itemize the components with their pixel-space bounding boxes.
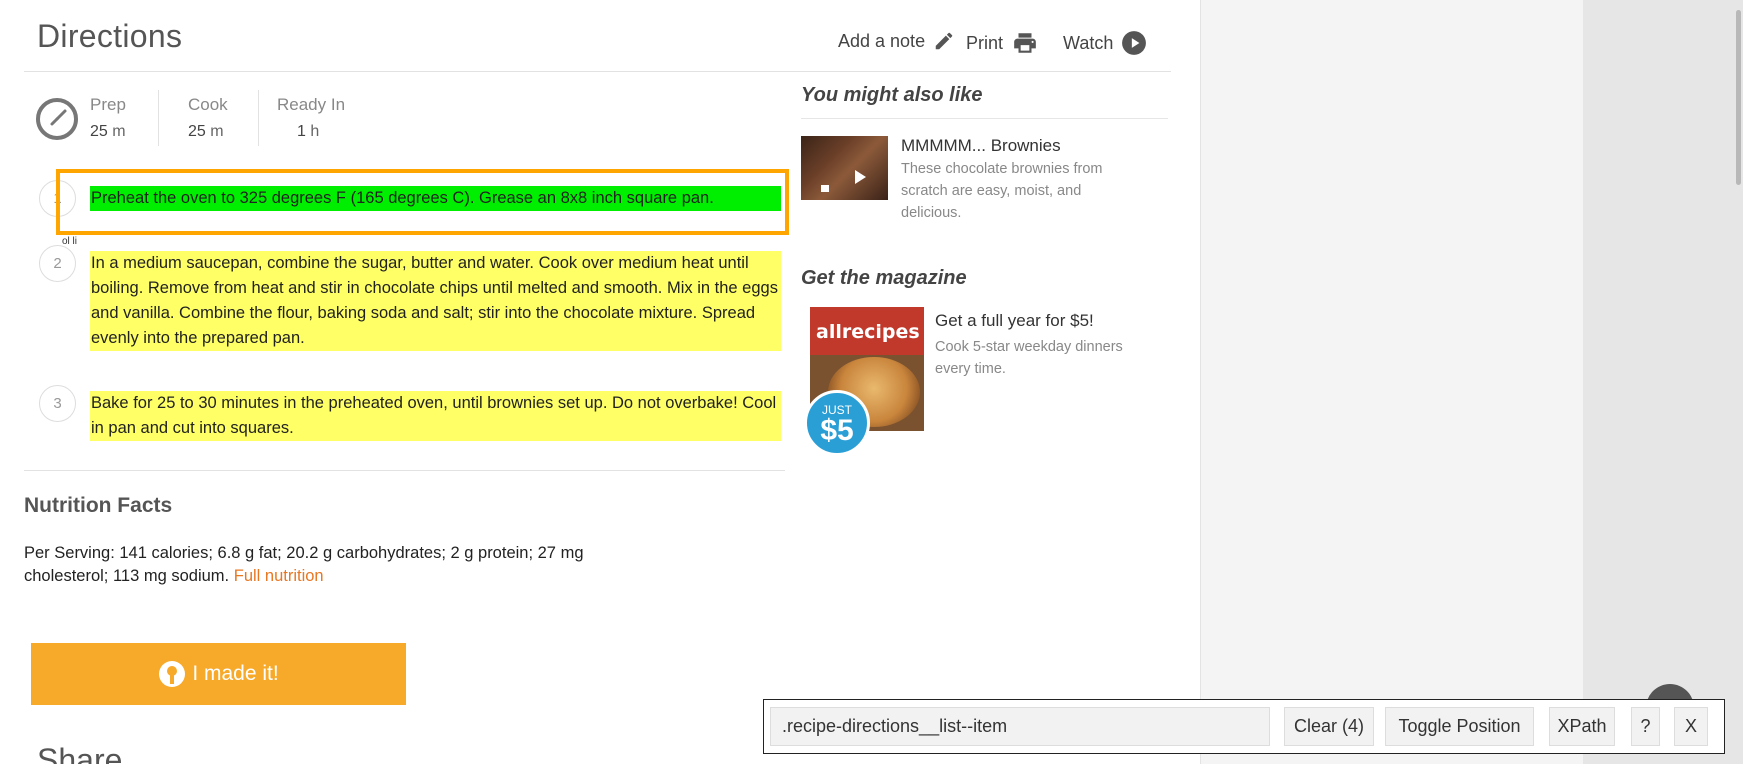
directions-title: Directions xyxy=(37,18,183,54)
print-label: Print xyxy=(966,32,1004,53)
nutrition-summary: Per Serving: 141 calories; 6.8 g fat; 20… xyxy=(24,542,614,588)
watch-button[interactable]: Watch xyxy=(1063,30,1147,56)
ready-time: Ready In 1 h xyxy=(277,95,345,141)
time-separator xyxy=(258,90,259,146)
nutrition-title: Nutrition Facts xyxy=(24,494,173,517)
play-icon xyxy=(855,170,866,184)
add-note-button[interactable]: Add a note xyxy=(838,30,955,52)
price-badge-price: $5 xyxy=(820,414,854,447)
cook-time: Cook 25 m xyxy=(188,95,228,141)
scrollbar-thumb[interactable] xyxy=(1736,10,1741,185)
step-text[interactable]: In a medium saucepan, combine the sugar,… xyxy=(90,251,781,351)
step-number: 3 xyxy=(39,385,76,422)
recommendation-thumbnail[interactable] xyxy=(801,136,888,200)
header-divider xyxy=(24,71,1171,72)
steps-divider xyxy=(24,470,785,471)
clear-button[interactable]: Clear (4) xyxy=(1284,707,1374,746)
cook-value: 25 m xyxy=(188,123,224,140)
prep-label: Prep xyxy=(90,95,126,114)
magazine-brand: allrecipes xyxy=(816,321,920,343)
close-button[interactable]: X xyxy=(1674,707,1708,746)
also-like-title: You might also like xyxy=(801,84,983,106)
time-separator xyxy=(158,90,159,146)
right-gray-panel xyxy=(1200,0,1583,764)
video-camera-icon xyxy=(821,185,829,192)
magazine-offer-title[interactable]: Get a full year for $5! xyxy=(935,311,1094,331)
right-dark-panel xyxy=(1583,0,1743,764)
play-circle-icon xyxy=(1122,31,1147,55)
cook-label: Cook xyxy=(188,95,228,114)
clock-icon xyxy=(36,98,78,140)
xpath-button[interactable]: XPath xyxy=(1549,707,1615,746)
page: Directions Add a note Print Watch Prep 2… xyxy=(0,0,1743,764)
print-button[interactable]: Print xyxy=(966,30,1039,56)
add-note-label: Add a note xyxy=(838,30,926,51)
sidebar-divider xyxy=(801,118,1168,119)
i-made-it-button[interactable]: I made it! xyxy=(31,643,406,705)
toggle-position-button[interactable]: Toggle Position xyxy=(1385,707,1534,746)
share-title: Share xyxy=(37,742,123,764)
step-number: 1 xyxy=(39,180,76,217)
recommendation-description: These chocolate brownies from scratch ar… xyxy=(901,161,1103,221)
printer-icon xyxy=(1014,33,1036,53)
step-number: 2 xyxy=(39,245,76,282)
price-badge: JUST $5 xyxy=(804,390,870,456)
step-text[interactable]: Preheat the oven to 325 degrees F (165 d… xyxy=(90,186,781,211)
ready-value: 1 h xyxy=(297,123,320,140)
magazine-title: Get the magazine xyxy=(801,267,967,289)
selector-gadget-toolbar: Clear (4) Toggle Position XPath ? X xyxy=(763,699,1725,754)
help-button[interactable]: ? xyxy=(1631,707,1660,746)
css-selector-input[interactable] xyxy=(770,707,1270,746)
ready-label: Ready In xyxy=(277,95,346,114)
pencil-icon xyxy=(935,32,953,50)
watch-label: Watch xyxy=(1063,32,1114,53)
recommendation-title[interactable]: MMMMM... Brownies xyxy=(901,136,1061,156)
i-made-it-label: I made it! xyxy=(192,662,279,685)
full-nutrition-link[interactable]: Full nutrition xyxy=(234,567,324,585)
step-text[interactable]: Bake for 25 to 30 minutes in the preheat… xyxy=(90,391,781,441)
magazine-offer-description: Cook 5-star weekday dinners every time. xyxy=(935,339,1123,377)
made-it-icon xyxy=(159,661,186,687)
prep-time: Prep 25 m xyxy=(90,95,126,141)
prep-value: 25 m xyxy=(90,123,126,140)
